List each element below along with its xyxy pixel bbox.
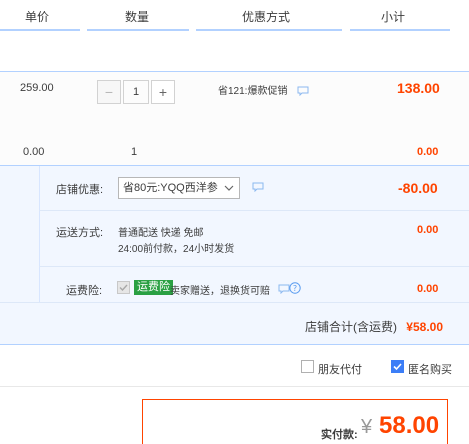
col-header-promo: 优惠方式 <box>242 10 291 24</box>
sub-item-price: 0.00 <box>23 146 45 158</box>
shipping-label: 运送方式: <box>56 227 104 239</box>
shop-total-amount: ¥58.00 <box>406 320 443 334</box>
friend-pay-checkbox[interactable] <box>301 360 314 373</box>
friend-pay-label: 朋友代付 <box>318 364 362 376</box>
svg-text:?: ? <box>293 284 297 293</box>
decrease-quantity-button[interactable]: − <box>97 80 121 104</box>
item-promo-text: 省121:爆款促销 <box>218 86 288 97</box>
anonymous-label: 匿名购买 <box>408 364 452 376</box>
header-divider <box>0 29 80 31</box>
chat-icon[interactable] <box>252 182 264 192</box>
col-header-subtotal: 小计 <box>381 10 406 24</box>
col-header-quantity: 数量 <box>125 10 150 24</box>
shop-divider <box>39 166 40 302</box>
shipping-method: 普通配送 快递 免邮 <box>118 228 204 239</box>
increase-quantity-button[interactable]: + <box>151 80 175 104</box>
check-icon <box>119 284 128 292</box>
shop-discount-selected: 省80元:YQQ西洋参 <box>123 182 218 194</box>
insurance-label: 运费险: <box>66 285 103 297</box>
header-divider <box>87 29 189 31</box>
insurance-description: 卖家赠送，退换货可赔 <box>170 286 270 297</box>
insurance-checkbox[interactable] <box>117 281 130 294</box>
divider <box>0 386 469 387</box>
quantity-input[interactable]: 1 <box>123 80 149 104</box>
help-icon[interactable]: ? <box>289 282 301 294</box>
chat-icon[interactable] <box>297 86 309 96</box>
item-subtotal: 138.00 <box>397 80 440 96</box>
header-divider <box>350 29 450 31</box>
payment-currency: ¥ <box>361 416 373 438</box>
item-unit-price: 259.00 <box>20 82 54 94</box>
shop-bottom-border <box>0 344 469 345</box>
row-divider <box>39 210 469 211</box>
insurance-amount: 0.00 <box>417 283 439 295</box>
anonymous-checkbox[interactable] <box>391 360 404 373</box>
shop-discount-select[interactable]: 省80元:YQQ西洋参 <box>118 177 240 199</box>
quantity-stepper: − 1 + <box>97 80 177 104</box>
header-divider <box>196 29 342 31</box>
shipping-amount: 0.00 <box>417 224 439 236</box>
payment-label: 实付款: <box>321 429 358 441</box>
payment-amount: 58.00 <box>379 412 440 439</box>
shop-total: 店铺合计(含运费) ¥58.00 <box>305 318 443 335</box>
col-header-price: 单价 <box>25 10 50 24</box>
sub-item-quantity: 1 <box>131 146 138 158</box>
shop-discount-label: 店铺优惠: <box>56 184 104 196</box>
chevron-down-icon <box>224 185 234 191</box>
shop-discount-amount: -80.00 <box>398 180 438 196</box>
insurance-tag: 运费险 <box>134 280 173 295</box>
shipping-note: 24:00前付款，24小时发货 <box>118 244 235 255</box>
order-table-header: 单价 数量 优惠方式 小计 <box>0 0 469 32</box>
payment-summary-box: 实付款: ¥ 58.00 <box>142 399 448 444</box>
row-divider <box>39 266 469 267</box>
shop-total-label: 店铺合计(含运费) <box>304 320 397 334</box>
check-icon <box>393 363 402 371</box>
sub-item-subtotal: 0.00 <box>417 146 439 158</box>
row-divider <box>0 302 469 303</box>
